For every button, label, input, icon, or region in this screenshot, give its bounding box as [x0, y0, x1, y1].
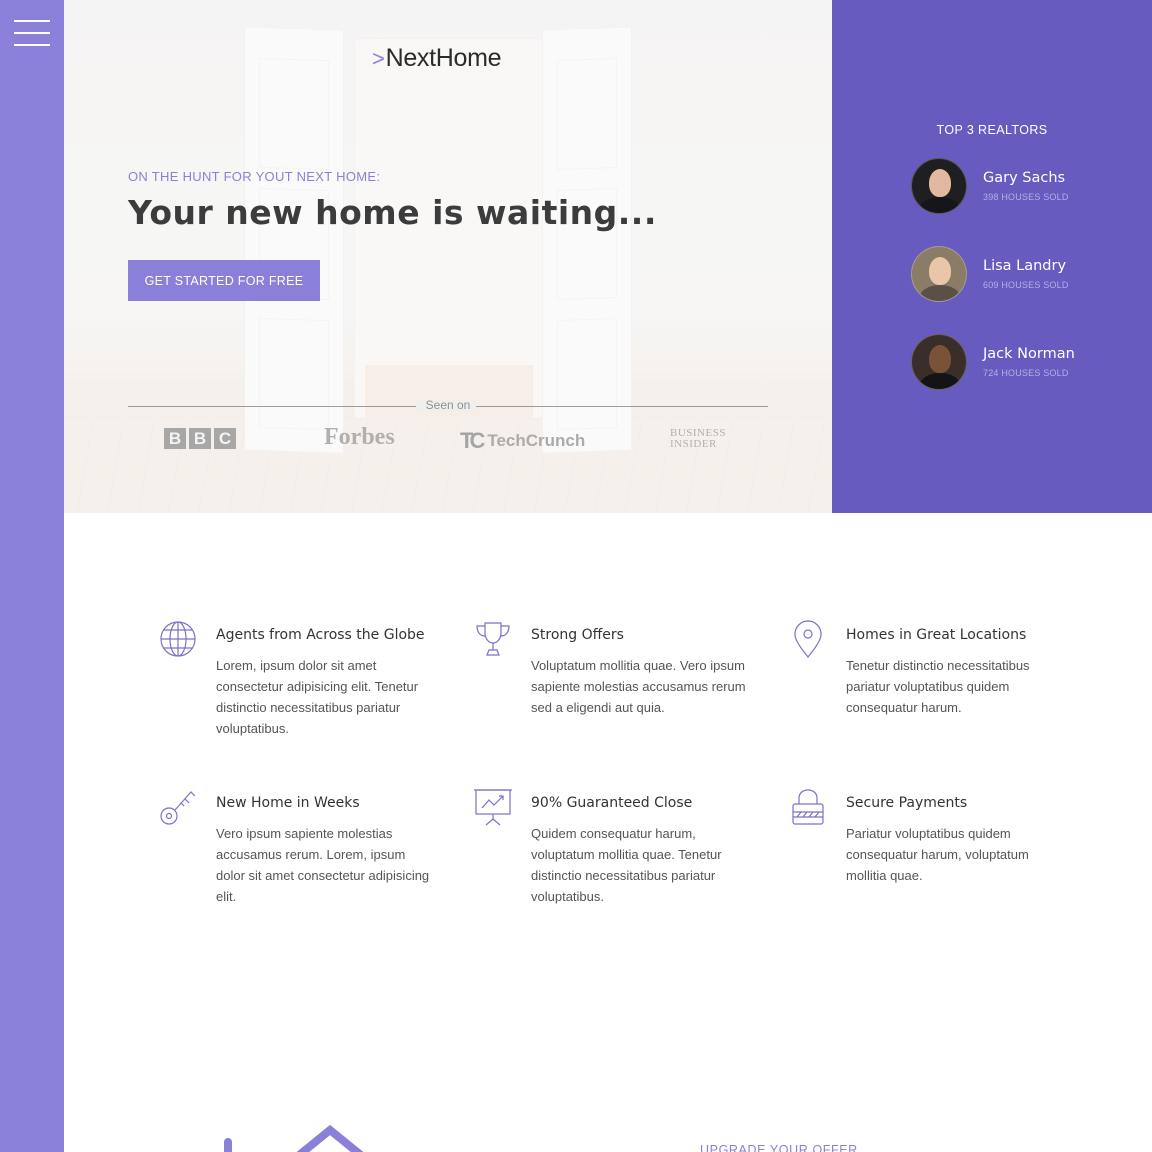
realtor-name: Jack Norman: [983, 346, 1075, 362]
padlock-icon: [792, 789, 824, 825]
hero-headline: Your new home is waiting...: [128, 193, 657, 232]
feature-title: Homes in Great Locations: [846, 627, 1027, 643]
realtor-name: Gary Sachs: [983, 170, 1066, 186]
techcrunch-mark-icon: TC: [460, 428, 485, 453]
presentation-chart-icon: [474, 789, 512, 826]
realtor-houses-sold: 398 HOUSES SOLD: [983, 192, 1069, 202]
seen-on-label: Seen on: [425, 398, 471, 412]
logo-mark: >: [372, 46, 385, 71]
realtor-card[interactable]: Jack Norman 724 HOUSES SOLD: [911, 334, 1131, 392]
feature-title: Secure Payments: [846, 795, 968, 811]
top-realtors-panel: TOP 3 REALTORS Gary Sachs 398 HOUSES SOL…: [832, 0, 1152, 513]
sidebar: [0, 0, 64, 1152]
feature-item: Strong Offers Voluptatum mollitia quae. …: [476, 622, 771, 718]
realtor-card[interactable]: Gary Sachs 398 HOUSES SOLD: [911, 158, 1131, 216]
key-icon: [160, 791, 196, 825]
feature-text: Tenetur distinctio necessitatibus pariat…: [846, 658, 1030, 715]
nexthome-logo[interactable]: >NextHome: [372, 44, 502, 73]
feature-text: Vero ipsum sapiente molestias accusamus …: [216, 826, 430, 904]
globe-icon: [160, 621, 196, 657]
feature-title: 90% Guaranteed Close: [531, 795, 693, 811]
feature-text: Quidem consequatur harum, voluptatum mol…: [531, 826, 722, 904]
avatar: [911, 158, 967, 214]
realtor-houses-sold: 609 HOUSES SOLD: [983, 280, 1069, 290]
feature-item: 90% Guaranteed Close Quidem consequatur …: [474, 789, 771, 907]
hero-kicker: ON THE HUNT FOR YOUT NEXT HOME:: [128, 169, 381, 184]
realtor-card[interactable]: Lisa Landry 609 HOUSES SOLD: [911, 246, 1131, 304]
hero-section: >NextHome ON THE HUNT FOR YOUT NEXT HOME…: [64, 0, 832, 513]
feature-item: Agents from Across the Globe Lorem, ipsu…: [160, 621, 456, 739]
feature-item: Secure Payments Pariatur voluptatibus qu…: [792, 789, 1086, 886]
feature-title: Strong Offers: [531, 627, 624, 643]
feature-item: New Home in Weeks Vero ipsum sapiente mo…: [160, 791, 456, 907]
trophy-icon: [476, 622, 510, 656]
realtor-houses-sold: 724 HOUSES SOLD: [983, 368, 1069, 378]
map-pin-icon: [794, 620, 822, 658]
house-logo-icon: [224, 1124, 364, 1152]
press-logo-forbes[interactable]: Forbes: [324, 424, 395, 451]
press-logo-business-insider[interactable]: BUSINESS INSIDER: [670, 428, 726, 450]
press-logo-techcrunch[interactable]: TC TechCrunch: [460, 428, 585, 454]
menu-hamburger-icon[interactable]: [14, 20, 50, 46]
techcrunch-wordmark: TechCrunch: [487, 431, 586, 450]
avatar: [911, 334, 967, 390]
feature-text: Lorem, ipsum dolor sit amet consectetur …: [216, 658, 419, 736]
top-realtors-title: TOP 3 REALTORS: [936, 123, 1048, 137]
feature-title: Agents from Across the Globe: [216, 627, 425, 643]
feature-item: Homes in Great Locations Tenetur distinc…: [794, 620, 1086, 718]
realtor-name: Lisa Landry: [983, 258, 1067, 274]
feature-text: Voluptatum mollitia quae. Vero ipsum sap…: [531, 658, 746, 715]
feature-title: New Home in Weeks: [216, 795, 360, 811]
get-started-button[interactable]: GET STARTED FOR FREE: [128, 260, 320, 301]
avatar: [911, 246, 967, 302]
upgrade-offer-heading: UPGRADE YOUR OFFER: [700, 1143, 858, 1152]
press-logo-bbc[interactable]: BBC: [164, 428, 236, 449]
logo-text: NextHome: [385, 44, 502, 72]
feature-text: Pariatur voluptatibus quidem consequatur…: [846, 826, 1029, 883]
